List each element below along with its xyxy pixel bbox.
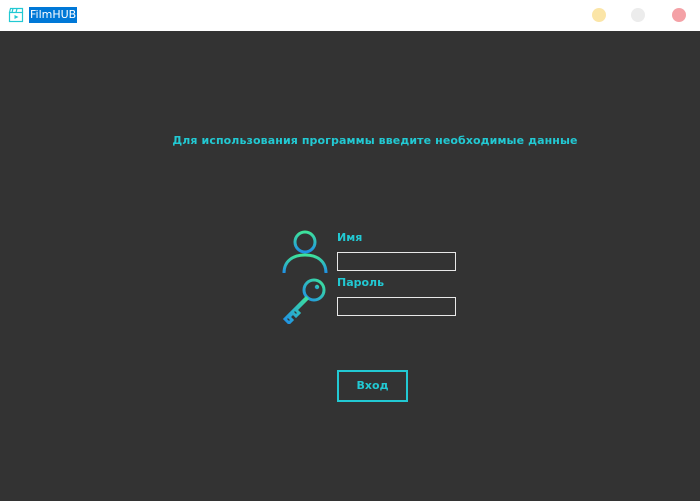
password-label: Пароль [337,276,385,289]
film-clapper-icon [8,7,24,23]
password-input[interactable] [337,297,456,316]
name-label: Имя [337,231,363,244]
app-title: FilmHUB [29,7,78,23]
user-icon [282,230,328,274]
name-input[interactable] [337,252,456,271]
key-icon [282,278,326,324]
minimize-button[interactable] [592,8,606,22]
login-window: FilmHUB Для использования программы введ… [0,0,700,501]
login-prompt: Для использования программы введите необ… [172,134,578,147]
login-button[interactable]: Вход [337,370,408,402]
close-button[interactable] [672,8,686,22]
title-bar[interactable]: FilmHUB [0,0,700,31]
maximize-button[interactable] [631,8,645,22]
